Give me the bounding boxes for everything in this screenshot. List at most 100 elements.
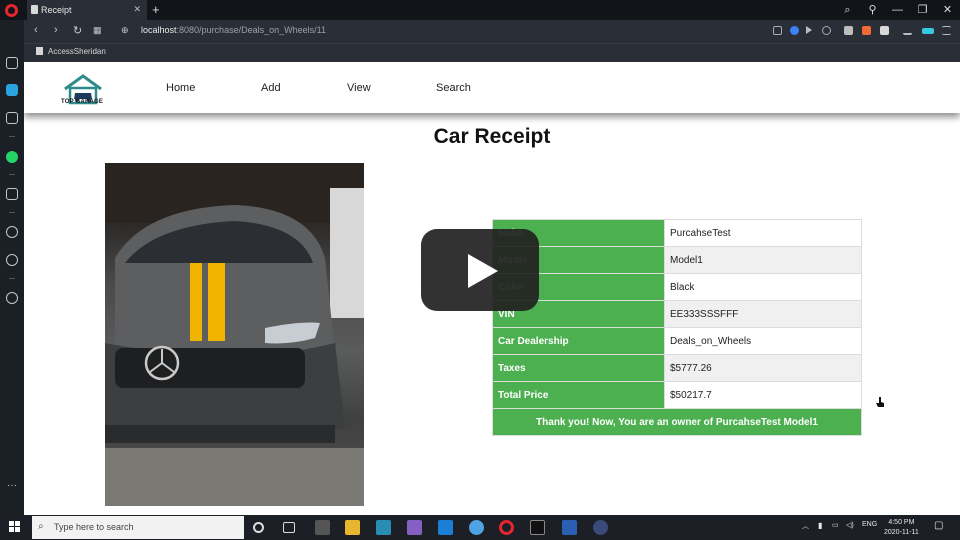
page-icon (31, 5, 38, 14)
receipt-row: Total Price $50217.7 (492, 381, 862, 409)
forward-icon[interactable]: › (54, 24, 58, 36)
receipt-value: $50217.7 (664, 381, 862, 409)
extension-box-icon[interactable] (880, 26, 889, 35)
new-tab-button[interactable]: + (152, 2, 160, 17)
opera-taskbar-icon[interactable] (499, 520, 514, 535)
receipt-row: Car Dealership Deals_on_Wheels (492, 327, 862, 355)
file-explorer-icon[interactable] (345, 520, 360, 535)
receipt-value: $5777.26 (664, 354, 862, 382)
tab-title: Receipt (41, 5, 72, 15)
nav-add[interactable]: Add (261, 82, 281, 94)
taskbar-search-input[interactable]: ⌕ Type here to search (32, 516, 244, 539)
history-icon[interactable] (6, 254, 18, 266)
lightbulb-icon[interactable] (6, 292, 18, 304)
search-icon: ⌕ (38, 521, 44, 532)
window-controls: ⌕ ⚲ — ❐ ✕ (835, 0, 960, 20)
restore-icon[interactable]: ❐ (910, 0, 935, 20)
snapshot-icon[interactable] (773, 26, 782, 35)
whatsapp-icon[interactable] (6, 151, 18, 163)
notifications-icon[interactable]: ▢ (934, 520, 943, 531)
language-indicator[interactable]: ENG (862, 521, 877, 528)
site-info-icon[interactable]: ⊕ (121, 25, 129, 36)
page-title: Car Receipt (433, 125, 551, 148)
url-host: localhost (141, 25, 177, 35)
nav-view[interactable]: View (347, 82, 371, 94)
nav-search[interactable]: Search (436, 82, 471, 94)
mail-icon[interactable] (438, 520, 453, 535)
cortana-icon[interactable] (253, 522, 264, 533)
adblock-shield-icon[interactable] (790, 26, 799, 35)
volume-icon[interactable]: ◁) (846, 521, 854, 529)
address-bar: ‹ › ↻ ▦ ⊕ localhost:8080/purchase/Deals_… (24, 20, 960, 43)
thank-you-message: Thank you! Now, You are an owner of Purc… (492, 408, 862, 436)
sidebar-divider (9, 136, 15, 137)
tabs-grid-icon[interactable]: ▦ (93, 25, 102, 36)
back-icon[interactable]: ‹ (34, 24, 38, 36)
app-icon[interactable] (315, 520, 330, 535)
minimize-icon[interactable]: — (885, 0, 910, 20)
intellij-icon[interactable] (530, 520, 545, 535)
site-navbar: TOP GARAGE Home Add View Search (24, 62, 960, 113)
receipt-value: Black (664, 273, 862, 301)
reload-icon[interactable]: ↻ (73, 24, 82, 37)
receipt-value: PurcahseTest (664, 219, 862, 247)
network-icon[interactable]: ▭ (832, 521, 839, 529)
extension-icon[interactable] (844, 26, 853, 35)
url-path: :8080/purchase/Deals_on_Wheels/11 (176, 25, 326, 35)
easy-setup-icon[interactable]: ⚲ (860, 0, 885, 20)
heart-icon[interactable] (822, 26, 831, 35)
car-image (105, 163, 364, 506)
windows-start-icon[interactable] (9, 521, 21, 533)
receipt-label: Total Price (492, 381, 665, 409)
clock-time: 4:50 PM (888, 519, 915, 526)
taskbar-clock[interactable]: 4:50 PM 2020-11-11 (884, 518, 919, 538)
receipt-row: MakePurcahseTest (492, 219, 862, 247)
onedrive-icon[interactable] (469, 520, 484, 535)
tab-receipt[interactable]: Receipt ✕ (27, 0, 147, 20)
url-field[interactable]: localhost:8080/purchase/Deals_on_Wheels/… (141, 25, 326, 35)
bookmarks-bar: AccessSheridan (24, 43, 960, 62)
task-view-icon[interactable] (283, 522, 295, 533)
search-tabs-icon[interactable]: ⌕ (835, 0, 860, 20)
web-page: TOP GARAGE Home Add View Search Car Rece… (24, 62, 960, 515)
app-icon[interactable] (593, 520, 608, 535)
receipt-value: EE333SSSFFF (664, 300, 862, 328)
speed-dial-icon[interactable] (6, 84, 18, 96)
briefcase-icon[interactable] (6, 112, 18, 124)
logo-text: TOP GARAGE (61, 99, 104, 105)
heart-icon[interactable] (6, 226, 18, 238)
microphone-icon[interactable]: ▮ (818, 521, 822, 530)
opera-logo-icon[interactable] (5, 4, 18, 17)
windows-taskbar: ⌕ Type here to search ︿ ▮ ▭ ◁) ENG 4:50 … (0, 515, 960, 540)
play-icon (468, 254, 498, 288)
send-icon[interactable] (6, 188, 18, 200)
app-icon[interactable] (376, 520, 391, 535)
extension-fox-icon[interactable] (862, 26, 871, 35)
browser-tab-strip: Receipt ✕ + ⌕ ⚲ — ❐ ✕ (0, 0, 960, 20)
clock-date: 2020-11-11 (884, 529, 919, 536)
receipt-label: Taxes (492, 354, 665, 382)
word-icon[interactable] (562, 520, 577, 535)
video-play-button[interactable] (421, 229, 539, 311)
receipt-row: ColorBlack (492, 273, 862, 301)
easy-setup-menu-icon[interactable] (942, 26, 951, 35)
receipt-row: Taxes $5777.26 (492, 354, 862, 382)
close-window-icon[interactable]: ✕ (935, 0, 960, 20)
bookmark-label: AccessSheridan (48, 47, 106, 56)
player-icon[interactable] (806, 26, 812, 34)
receipt-table: MakePurcahseTestModelModel1ColorBlackVIN… (492, 219, 862, 436)
home-icon[interactable] (6, 57, 18, 69)
receipt-value: Model1 (664, 246, 862, 274)
more-icon[interactable]: ··· (7, 480, 17, 491)
tray-chevron-icon[interactable]: ︿ (802, 521, 809, 531)
receipt-value: Deals_on_Wheels (664, 327, 862, 355)
battery-saver-icon[interactable] (922, 28, 934, 34)
visual-studio-icon[interactable] (407, 520, 422, 535)
taskbar-search-placeholder: Type here to search (54, 522, 134, 532)
close-tab-icon[interactable]: ✕ (133, 4, 141, 15)
download-icon[interactable] (903, 26, 912, 35)
receipt-thanks-row: Thank you! Now, You are an owner of Purc… (492, 408, 862, 436)
bookmark-accesssheridan[interactable]: AccessSheridan (36, 47, 106, 56)
nav-home[interactable]: Home (166, 82, 195, 94)
sidebar-divider (9, 212, 15, 213)
